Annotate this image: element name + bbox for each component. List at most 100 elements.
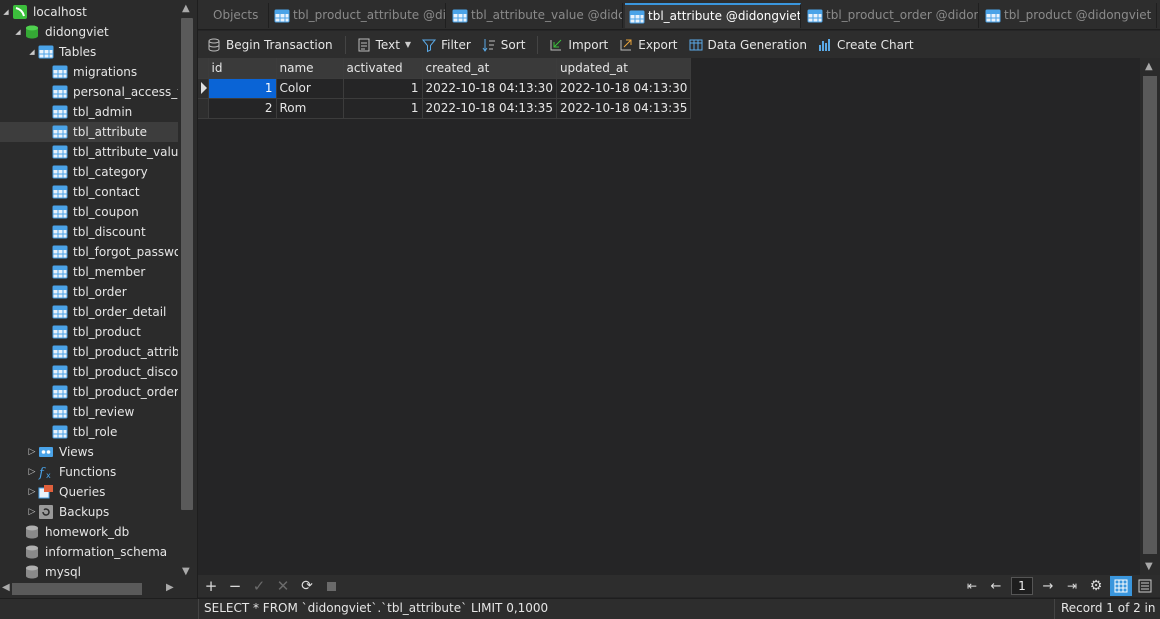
tree-node-table-tbl_attribute_value[interactable]: tbl_attribute_value (40, 142, 178, 162)
tree-node-table-tbl_forgot_password[interactable]: tbl_forgot_passwor (40, 242, 178, 262)
tree-node-table-tbl_attribute[interactable]: tbl_attribute (0, 122, 178, 142)
cell-id[interactable]: 1 (208, 78, 277, 99)
scroll-up-icon[interactable]: ▲ (182, 3, 190, 14)
form-view-button[interactable] (1134, 576, 1156, 596)
scroll-down-icon[interactable]: ▼ (182, 566, 190, 577)
table-row[interactable]: 2 Rom 1 2022-10-18 04:13:35 2022-10-18 04:13… (198, 98, 692, 119)
table-row[interactable]: 1 Color 1 2022-10-18 04:13:30 2022-10-18 04:… (198, 78, 692, 99)
cell-created_at[interactable]: 2022-10-18 04:13:35 (422, 98, 557, 119)
delete-record-button[interactable]: − (223, 575, 247, 597)
scroll-left-icon[interactable]: ◀ (2, 582, 10, 593)
row-indicator[interactable] (198, 78, 209, 99)
sort-button[interactable]: Sort (477, 34, 530, 56)
sidebar-vertical-scrollbar[interactable]: ▲ ▼ (178, 0, 197, 580)
tree-node-table-tbl_admin[interactable]: tbl_admin (40, 102, 132, 122)
cell-name[interactable]: Color (276, 78, 344, 99)
tree-node-table-tbl_order_detail[interactable]: tbl_order_detail (40, 302, 166, 322)
filter-button[interactable]: Filter (417, 34, 475, 56)
add-record-button[interactable]: + (199, 575, 223, 597)
first-page-button[interactable]: ⇤ (960, 575, 984, 597)
sidebar-horizontal-scrollbar[interactable]: ◀ ▶ (0, 580, 178, 598)
gear-icon[interactable]: ⚙ (1084, 575, 1108, 597)
tree-node-database-homework_db[interactable]: homework_db (12, 522, 129, 542)
tree-node-functions[interactable]: ▷ f x Functions (26, 462, 117, 482)
tree-node-table-personal_access_tokens[interactable]: personal_access_to (40, 82, 178, 102)
tab-objects[interactable]: Objects (207, 3, 269, 28)
collapsed-arrow-icon[interactable]: ▷ (26, 442, 38, 462)
tab-table-2[interactable]: tbl_attribute_value @dido... (448, 3, 623, 28)
stop-button[interactable] (319, 575, 343, 597)
data-generation-button[interactable]: Data Generation (684, 34, 811, 56)
tree-node-queries[interactable]: ▷ Queries (26, 482, 105, 502)
grid-header-row: id name activated created_at updated_at (198, 58, 692, 79)
tree-node-database-information_schema[interactable]: information_schema (12, 542, 167, 562)
expanded-arrow-icon[interactable]: ◢ (0, 2, 12, 22)
sidebar-hscroll-thumb[interactable] (12, 583, 142, 595)
grid-scroll-thumb[interactable] (1143, 76, 1157, 554)
tree-node-table-migrations[interactable]: migrations (40, 62, 137, 82)
column-header-name[interactable]: name (276, 58, 344, 79)
grid-vertical-scrollbar[interactable]: ▲ ▼ (1140, 58, 1160, 575)
tree-node-database[interactable]: ◢ didongviet (12, 22, 108, 42)
scroll-down-icon[interactable]: ▼ (1145, 561, 1153, 572)
tab-table-4[interactable]: tbl_product_order @didon... (803, 3, 979, 28)
previous-page-button[interactable]: ← (984, 575, 1008, 597)
tree-node-table-tbl_member[interactable]: tbl_member (40, 262, 145, 282)
collapsed-arrow-icon[interactable]: ▷ (26, 502, 38, 522)
cell-id[interactable]: 2 (208, 98, 277, 119)
refresh-button[interactable]: ⟳ (295, 575, 319, 597)
sidebar-scroll-thumb[interactable] (181, 18, 193, 510)
tree-node-label: personal_access_to (73, 85, 178, 99)
discard-changes-button[interactable]: ✕ (271, 575, 295, 597)
tree-node-tables[interactable]: ◢ Tables (26, 42, 96, 62)
begin-transaction-button[interactable]: Begin Transaction (202, 34, 337, 56)
column-header-updated_at[interactable]: updated_at (556, 58, 692, 79)
collapsed-arrow-icon[interactable]: ▷ (26, 462, 38, 482)
cell-updated_at[interactable]: 2022-10-18 04:13:30 (556, 78, 692, 99)
cell-activated[interactable]: 1 (343, 98, 423, 119)
next-page-button[interactable]: → (1036, 575, 1060, 597)
tree-node-backups[interactable]: ▷ Backups (26, 502, 109, 522)
text-button[interactable]: Text ▼ (352, 34, 415, 56)
tree-node-table-tbl_role[interactable]: tbl_role (40, 422, 117, 442)
cell-name[interactable]: Rom (276, 98, 344, 119)
tree-node-table-tbl_product_discount[interactable]: tbl_product_discou (40, 362, 178, 382)
tree-node-table-tbl_discount[interactable]: tbl_discount (40, 222, 146, 242)
tree-node-table-tbl_contact[interactable]: tbl_contact (40, 182, 140, 202)
page-number-input[interactable]: 1 (1011, 577, 1033, 595)
export-button[interactable]: Export (614, 34, 681, 56)
grid-view-button[interactable] (1110, 576, 1132, 596)
tab-table-1[interactable]: tbl_product_attribute @di... (270, 3, 446, 28)
import-button[interactable]: Import (544, 34, 612, 56)
column-header-id[interactable]: id (208, 58, 277, 79)
table-icon (52, 164, 68, 180)
tree-node-table-tbl_product_order[interactable]: tbl_product_order (40, 382, 178, 402)
tree-node-views[interactable]: ▷ Views (26, 442, 94, 462)
row-indicator[interactable] (198, 98, 209, 119)
apply-changes-button[interactable]: ✓ (247, 575, 271, 597)
tree-node-table-tbl_coupon[interactable]: tbl_coupon (40, 202, 139, 222)
column-header-activated[interactable]: activated (343, 58, 423, 79)
expanded-arrow-icon[interactable]: ◢ (26, 42, 38, 62)
scroll-up-icon[interactable]: ▲ (1145, 61, 1153, 72)
scroll-right-icon[interactable]: ▶ (166, 582, 174, 593)
expanded-arrow-icon[interactable]: ◢ (12, 22, 24, 42)
cell-updated_at[interactable]: 2022-10-18 04:13:35 (556, 98, 692, 119)
tab-table-3[interactable]: tbl_attribute @didongviet ... (625, 3, 801, 28)
tree-node-database-mysql[interactable]: mysql (12, 562, 81, 580)
tree-node-table-tbl_product[interactable]: tbl_product (40, 322, 141, 342)
column-header-created_at[interactable]: created_at (422, 58, 557, 79)
tree-node-table-tbl_category[interactable]: tbl_category (40, 162, 148, 182)
cell-activated[interactable]: 1 (343, 78, 423, 99)
tree-node-table-tbl_review[interactable]: tbl_review (40, 402, 134, 422)
begin-transaction-label: Begin Transaction (226, 37, 333, 52)
data-grid[interactable]: id name activated created_at updated_at 1 Col… (198, 58, 1160, 575)
tree-node-table-tbl_order[interactable]: tbl_order (40, 282, 127, 302)
collapsed-arrow-icon[interactable]: ▷ (26, 482, 38, 502)
tab-table-5[interactable]: tbl_product @didongviet (... (981, 3, 1157, 28)
tree-node-connection[interactable]: ◢ localhost (0, 2, 87, 22)
cell-created_at[interactable]: 2022-10-18 04:13:30 (422, 78, 557, 99)
create-chart-button[interactable]: Create Chart (813, 34, 918, 56)
tree-node-table-tbl_product_attribute[interactable]: tbl_product_attribu (40, 342, 178, 362)
last-page-button[interactable]: ⇥ (1060, 575, 1084, 597)
